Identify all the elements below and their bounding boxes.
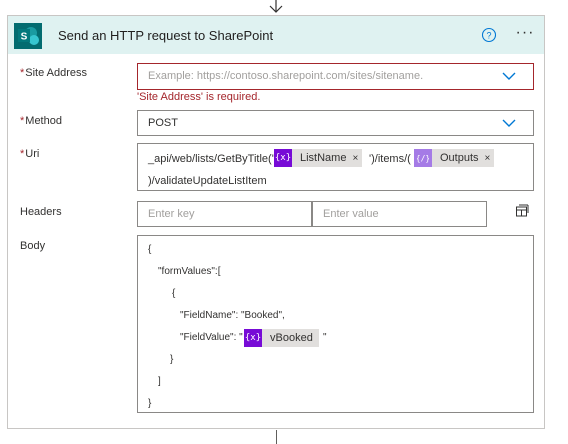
body-input[interactable]: { "formValues":[ { "FieldName": "Booked"… xyxy=(137,235,534,413)
body-line: "FieldValue": " xyxy=(180,332,243,343)
body-line: "formValues":[ xyxy=(158,266,221,277)
uri-label: *Uri xyxy=(20,148,39,160)
uri-input[interactable]: _api/web/lists/GetByTitle(' {x} ListName… xyxy=(137,143,534,191)
method-label-text: Method xyxy=(25,115,62,127)
body-line: "FieldName": "Booked", xyxy=(180,310,285,321)
expression-icon: {x} xyxy=(274,149,292,167)
body-label: Body xyxy=(20,240,46,252)
header-key-placeholder: Enter key xyxy=(148,208,195,220)
close-icon[interactable]: × xyxy=(352,153,362,164)
body-line: } xyxy=(148,398,152,409)
question-circle-icon[interactable]: ? xyxy=(481,27,497,43)
ellipsis-icon[interactable]: ··· xyxy=(513,23,537,43)
site-address-label: *Site Address xyxy=(20,67,87,79)
card-title[interactable]: Send an HTTP request to SharePoint xyxy=(58,28,273,43)
token-label: Outputs xyxy=(440,152,479,164)
site-address-dropdown[interactable]: Example: https://contoso.sharepoint.com/… xyxy=(137,63,534,90)
headers-label: Headers xyxy=(20,206,62,218)
body-line: { xyxy=(172,288,176,299)
token-vbooked[interactable]: {x} vBooked xyxy=(244,329,319,347)
sharepoint-logo-icon: S xyxy=(14,23,42,49)
uri-text-2: ')/items/( xyxy=(369,153,411,165)
uri-text-3: )/validateUpdateListItem xyxy=(148,175,267,187)
action-card: S Send an HTTP request to SharePoint ? ·… xyxy=(7,15,545,429)
body-line: " xyxy=(323,332,327,343)
header-value-input[interactable]: Enter value xyxy=(312,201,487,227)
expression-icon: {x} xyxy=(244,329,262,347)
body-line: } xyxy=(170,354,174,365)
method-value: POST xyxy=(148,117,178,129)
svg-text:{/}: {/} xyxy=(417,154,429,163)
required-mark: * xyxy=(20,148,25,160)
method-dropdown[interactable]: POST xyxy=(137,110,534,136)
token-label: ListName xyxy=(300,152,347,164)
svg-text:?: ? xyxy=(486,31,491,41)
connector-line xyxy=(276,430,277,444)
body-line: { xyxy=(148,244,152,255)
chevron-down-icon[interactable] xyxy=(502,72,516,81)
compose-icon: {/} xyxy=(414,149,432,167)
header-value-placeholder: Enter value xyxy=(323,208,379,220)
switch-to-text-mode-icon[interactable] xyxy=(515,204,529,218)
logo-letter: S xyxy=(21,32,28,43)
method-label: *Method xyxy=(20,115,62,127)
required-mark: * xyxy=(20,67,25,79)
site-address-error: 'Site Address' is required. xyxy=(137,91,261,103)
body-line: ] xyxy=(158,376,161,387)
token-label: vBooked xyxy=(270,332,313,344)
compose-glyph-icon: {/} xyxy=(417,154,429,163)
uri-text-1: _api/web/lists/GetByTitle(' xyxy=(148,153,274,165)
token-listname[interactable]: {x} ListName × xyxy=(274,149,363,167)
required-mark: * xyxy=(20,115,25,127)
token-outputs[interactable]: {/} Outputs × xyxy=(414,149,495,167)
site-address-label-text: Site Address xyxy=(25,67,88,79)
card-header[interactable]: S Send an HTTP request to SharePoint ? ·… xyxy=(8,16,544,54)
close-icon[interactable]: × xyxy=(485,153,495,164)
chevron-down-icon[interactable] xyxy=(502,119,516,128)
site-address-placeholder: Example: https://contoso.sharepoint.com/… xyxy=(148,70,424,82)
connector-arrow-icon xyxy=(269,0,283,13)
header-key-input[interactable]: Enter key xyxy=(137,201,312,227)
uri-label-text: Uri xyxy=(25,148,40,160)
